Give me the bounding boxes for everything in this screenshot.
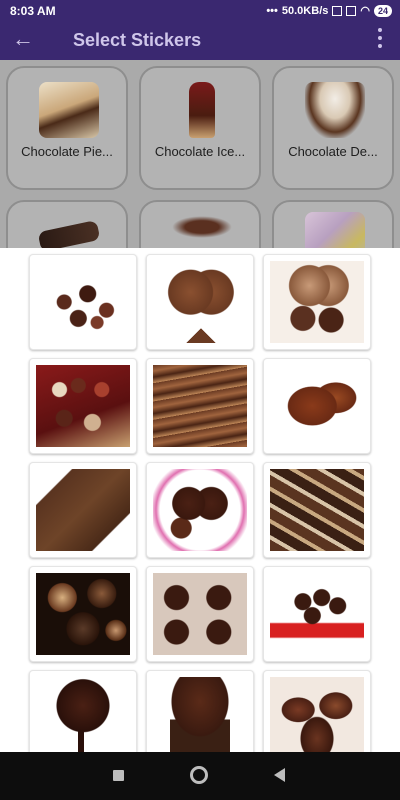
sticker-tile[interactable]: [146, 462, 254, 558]
chocolate-bar-piece-sticker: [36, 469, 130, 551]
back-arrow-icon[interactable]: ←: [12, 26, 34, 52]
chocolate-pieces-pile-sticker: [270, 469, 364, 551]
pack-thumbnail: [39, 82, 99, 138]
sticker-tile[interactable]: [29, 566, 137, 662]
glazed-truffles-sticker: [36, 573, 130, 655]
sticker-tile[interactable]: [146, 358, 254, 454]
heart-bonbons-sticker: [270, 365, 364, 447]
signal-icon: [346, 5, 357, 16]
more-options-icon[interactable]: [378, 28, 384, 48]
status-time: 8:03 AM: [10, 4, 56, 18]
sticker-tile[interactable]: [29, 358, 137, 454]
love-chocolate-hearts-sticker: [270, 261, 364, 343]
chocolate-heart-ribbon-sticker: [153, 261, 247, 343]
pack-thumbnail: [189, 82, 215, 138]
pack-thumbnail: [305, 212, 365, 250]
home-icon[interactable]: [190, 766, 208, 784]
melted-chocolate-sticker: [153, 365, 247, 447]
sticker-tile[interactable]: [263, 566, 371, 662]
pack-thumbnail: [305, 82, 365, 138]
pack-card[interactable]: [139, 200, 261, 250]
sticker-tile[interactable]: [29, 254, 137, 350]
pack-thumbnail: [37, 219, 101, 250]
hd-icon: [332, 5, 343, 16]
chocolate-hearts-plate-sticker: [153, 469, 247, 551]
status-dots: •••: [266, 4, 278, 17]
sticker-tile[interactable]: [263, 358, 371, 454]
sticker-tile[interactable]: [146, 566, 254, 662]
chocolate-cupcake-sticker: [153, 677, 247, 752]
chocolate-pralines-sticker: [270, 677, 364, 752]
pack-card[interactable]: Chocolate De...: [272, 66, 394, 190]
sticker-tile[interactable]: [146, 254, 254, 350]
cupcakes-cake-stand-sticker: [270, 573, 364, 655]
pack-card[interactable]: [272, 200, 394, 250]
pack-label: Chocolate De...: [288, 144, 378, 159]
wifi-icon: ◠: [360, 5, 370, 17]
pack-card[interactable]: [6, 200, 128, 250]
pack-card[interactable]: Chocolate Pie...: [6, 66, 128, 190]
network-speed: 50.0KB/s: [281, 4, 329, 17]
battery-icon: 24: [373, 4, 392, 17]
pack-card[interactable]: Chocolate Ice...: [139, 66, 261, 190]
pack-thumbnail: [172, 216, 232, 238]
heart-chocolate-mold-sticker: [153, 573, 247, 655]
status-icons: ••• 50.0KB/s ◠ 24: [266, 4, 392, 17]
page-title: Select Stickers: [73, 30, 202, 50]
truffle-assortment-sticker: [36, 261, 130, 343]
back-triangle-icon[interactable]: [274, 768, 285, 782]
app-bar: ← Select Stickers: [0, 22, 400, 60]
sticker-tile[interactable]: [146, 670, 254, 752]
recent-apps-icon[interactable]: [113, 770, 124, 781]
chocolate-rose-sticker: [36, 677, 130, 752]
sticker-tile[interactable]: [29, 670, 137, 752]
sticker-tile[interactable]: [263, 670, 371, 752]
sticker-pack-grid: Chocolate Pie... Chocolate Ice... Chocol…: [0, 60, 400, 250]
sticker-tile[interactable]: [29, 462, 137, 558]
sticker-tile[interactable]: [263, 462, 371, 558]
pack-label: Chocolate Ice...: [154, 144, 246, 159]
chocolate-box-sticker: [36, 365, 130, 447]
pack-label: Chocolate Pie...: [21, 144, 113, 159]
sticker-picker-sheet: [0, 248, 400, 752]
status-bar: 8:03 AM ••• 50.0KB/s ◠ 24: [0, 0, 400, 22]
sticker-tile[interactable]: [263, 254, 371, 350]
system-nav-bar: [0, 752, 400, 800]
